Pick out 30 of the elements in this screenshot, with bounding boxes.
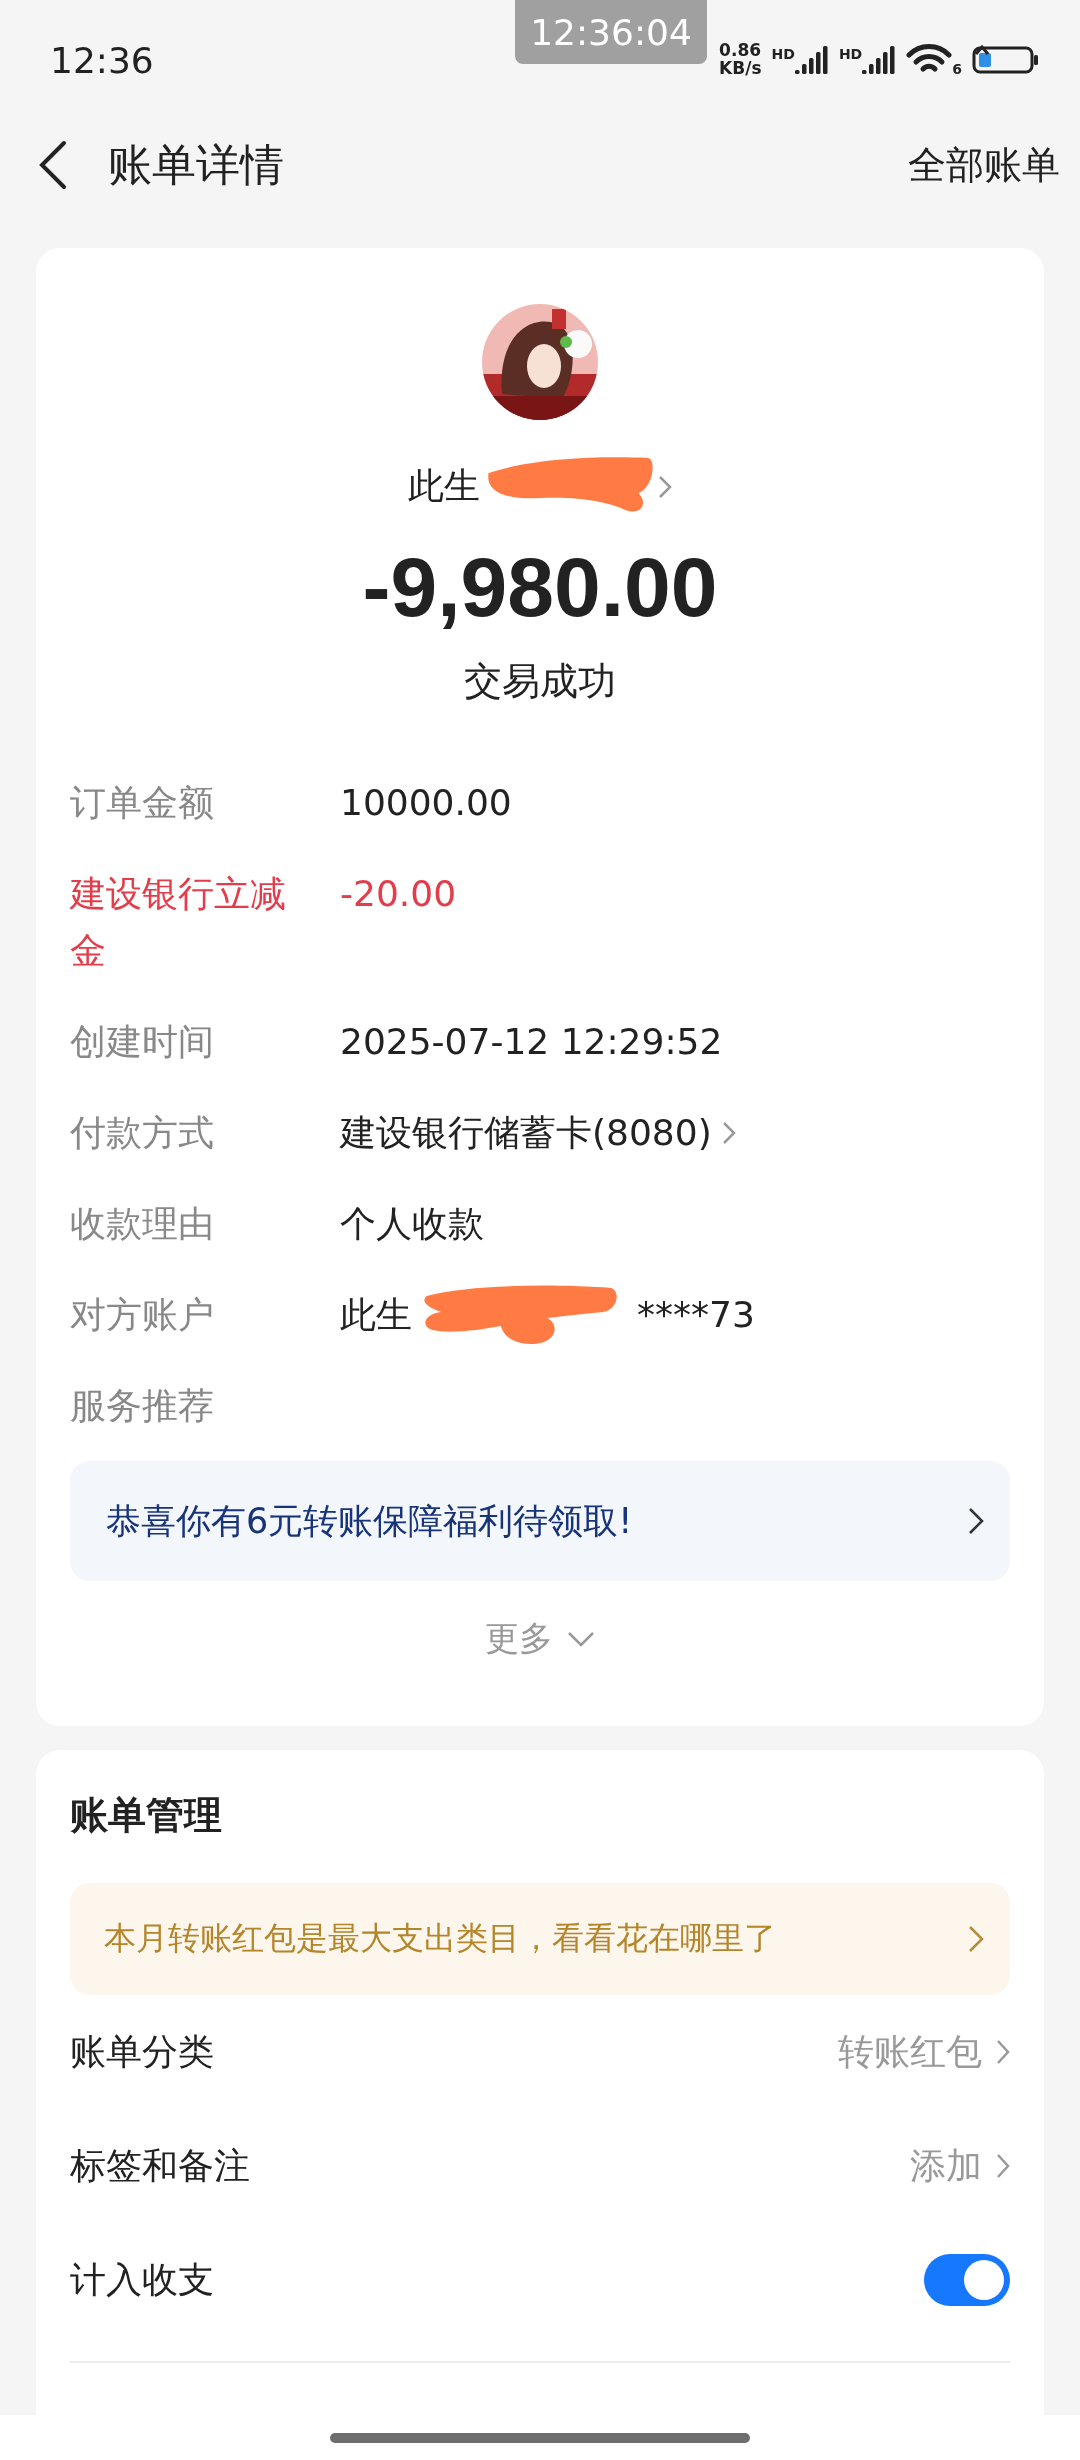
detail-label: 订单金额 (70, 781, 215, 825)
setting-label: 标签和备注 (70, 2143, 250, 2188)
payee-name[interactable]: 此生 (408, 462, 480, 511)
detail-value: 此生 (340, 1293, 412, 1337)
setting-label: 计入收支 (70, 2257, 214, 2302)
all-bills-button[interactable]: 全部账单 (908, 139, 1060, 191)
setting-label: 账单分类 (70, 2029, 214, 2074)
wifi-label: 6 (952, 61, 962, 77)
detail-value[interactable]: 建设银行储蓄卡(8080) (340, 1104, 712, 1161)
status-time: 12:36 (50, 39, 154, 81)
detail-label: 付款方式 (70, 1111, 215, 1155)
transaction-status: 交易成功 (464, 658, 616, 705)
detail-label: 收款理由 (70, 1202, 215, 1246)
page-title: 账单详情 (108, 137, 284, 192)
hd-label: HD (838, 46, 863, 62)
detail-value: ****73 (637, 1293, 755, 1337)
network-speed: 0.86 KB/s (719, 42, 762, 78)
service-banner[interactable]: 恭喜你有6元转账保障福利待领取! (70, 1461, 1010, 1581)
amount: -9,980.00 (362, 539, 718, 636)
detail-value: 2025-07-12 12:29:52 (340, 1020, 723, 1064)
detail-value: 个人收款 (340, 1202, 484, 1246)
detail-label: 对方账户 (70, 1293, 215, 1337)
detail-label: 创建时间 (70, 1020, 215, 1064)
detail-label: 建设银行立减金 (70, 872, 287, 973)
detail-label: 服务推荐 (70, 1384, 215, 1428)
hd-label: HD (771, 46, 795, 62)
clock-overlay: 12:36:04 (515, 0, 707, 64)
detail-value: 10000.00 (340, 781, 512, 825)
section-title: 账单管理 (70, 1792, 223, 1839)
detail-value: -20.00 (340, 872, 457, 916)
